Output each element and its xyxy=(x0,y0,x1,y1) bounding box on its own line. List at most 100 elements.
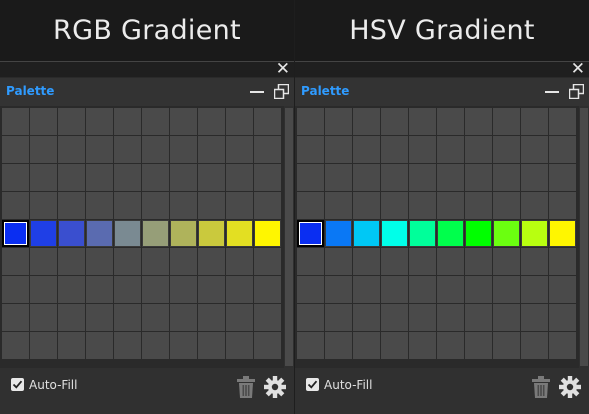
empty-palette-cell[interactable] xyxy=(493,248,520,275)
empty-palette-cell[interactable] xyxy=(381,332,408,359)
empty-palette-cell[interactable] xyxy=(86,108,113,135)
empty-palette-cell[interactable] xyxy=(226,276,253,303)
color-swatch[interactable] xyxy=(30,220,57,247)
empty-palette-cell[interactable] xyxy=(226,192,253,219)
empty-palette-cell[interactable] xyxy=(549,164,576,191)
empty-palette-cell[interactable] xyxy=(142,192,169,219)
empty-palette-cell[interactable] xyxy=(2,332,29,359)
empty-palette-cell[interactable] xyxy=(58,276,85,303)
empty-palette-cell[interactable] xyxy=(142,136,169,163)
empty-palette-cell[interactable] xyxy=(226,332,253,359)
empty-palette-cell[interactable] xyxy=(30,164,57,191)
empty-palette-cell[interactable] xyxy=(114,164,141,191)
restore-icon[interactable] xyxy=(569,84,584,99)
empty-palette-cell[interactable] xyxy=(493,164,520,191)
empty-palette-cell[interactable] xyxy=(325,108,352,135)
empty-palette-cell[interactable] xyxy=(198,192,225,219)
close-icon[interactable]: ✕ xyxy=(276,59,290,79)
empty-palette-cell[interactable] xyxy=(381,108,408,135)
empty-palette-cell[interactable] xyxy=(409,304,436,331)
empty-palette-cell[interactable] xyxy=(297,108,324,135)
empty-palette-cell[interactable] xyxy=(114,276,141,303)
color-swatch[interactable] xyxy=(2,220,29,247)
empty-palette-cell[interactable] xyxy=(437,304,464,331)
gear-icon[interactable] xyxy=(264,376,286,398)
color-swatch[interactable] xyxy=(549,220,576,247)
empty-palette-cell[interactable] xyxy=(30,332,57,359)
empty-palette-cell[interactable] xyxy=(254,276,281,303)
empty-palette-cell[interactable] xyxy=(86,304,113,331)
empty-palette-cell[interactable] xyxy=(142,108,169,135)
empty-palette-cell[interactable] xyxy=(353,304,380,331)
empty-palette-cell[interactable] xyxy=(198,332,225,359)
empty-palette-cell[interactable] xyxy=(2,304,29,331)
empty-palette-cell[interactable] xyxy=(381,192,408,219)
empty-palette-cell[interactable] xyxy=(170,276,197,303)
empty-palette-cell[interactable] xyxy=(254,192,281,219)
empty-palette-cell[interactable] xyxy=(297,304,324,331)
restore-icon[interactable] xyxy=(274,84,289,99)
empty-palette-cell[interactable] xyxy=(86,276,113,303)
empty-palette-cell[interactable] xyxy=(58,108,85,135)
empty-palette-cell[interactable] xyxy=(58,332,85,359)
empty-palette-cell[interactable] xyxy=(198,304,225,331)
color-swatch[interactable] xyxy=(226,220,253,247)
empty-palette-cell[interactable] xyxy=(254,136,281,163)
empty-palette-cell[interactable] xyxy=(297,164,324,191)
autofill-checkbox[interactable] xyxy=(306,378,319,391)
empty-palette-cell[interactable] xyxy=(30,276,57,303)
empty-palette-cell[interactable] xyxy=(409,136,436,163)
empty-palette-cell[interactable] xyxy=(58,164,85,191)
color-swatch[interactable] xyxy=(493,220,520,247)
color-swatch[interactable] xyxy=(170,220,197,247)
empty-palette-cell[interactable] xyxy=(409,108,436,135)
color-swatch[interactable] xyxy=(381,220,408,247)
empty-palette-cell[interactable] xyxy=(409,276,436,303)
empty-palette-cell[interactable] xyxy=(521,108,548,135)
empty-palette-cell[interactable] xyxy=(381,248,408,275)
empty-palette-cell[interactable] xyxy=(549,332,576,359)
empty-palette-cell[interactable] xyxy=(353,332,380,359)
empty-palette-cell[interactable] xyxy=(521,192,548,219)
empty-palette-cell[interactable] xyxy=(170,136,197,163)
empty-palette-cell[interactable] xyxy=(521,136,548,163)
empty-palette-cell[interactable] xyxy=(465,332,492,359)
empty-palette-cell[interactable] xyxy=(381,164,408,191)
empty-palette-cell[interactable] xyxy=(2,276,29,303)
color-swatch[interactable] xyxy=(409,220,436,247)
empty-palette-cell[interactable] xyxy=(198,108,225,135)
empty-palette-cell[interactable] xyxy=(493,304,520,331)
scrollbar[interactable] xyxy=(284,106,294,368)
empty-palette-cell[interactable] xyxy=(30,108,57,135)
color-swatch[interactable] xyxy=(521,220,548,247)
empty-palette-cell[interactable] xyxy=(2,164,29,191)
empty-palette-cell[interactable] xyxy=(226,136,253,163)
empty-palette-cell[interactable] xyxy=(2,108,29,135)
empty-palette-cell[interactable] xyxy=(465,192,492,219)
empty-palette-cell[interactable] xyxy=(409,192,436,219)
empty-palette-cell[interactable] xyxy=(114,332,141,359)
empty-palette-cell[interactable] xyxy=(254,164,281,191)
empty-palette-cell[interactable] xyxy=(226,164,253,191)
scrollbar-thumb[interactable] xyxy=(285,108,293,366)
empty-palette-cell[interactable] xyxy=(170,164,197,191)
empty-palette-cell[interactable] xyxy=(465,248,492,275)
empty-palette-cell[interactable] xyxy=(465,276,492,303)
color-swatch[interactable] xyxy=(142,220,169,247)
trash-icon[interactable] xyxy=(531,376,551,398)
empty-palette-cell[interactable] xyxy=(465,108,492,135)
empty-palette-cell[interactable] xyxy=(325,304,352,331)
empty-palette-cell[interactable] xyxy=(325,192,352,219)
color-swatch[interactable] xyxy=(465,220,492,247)
empty-palette-cell[interactable] xyxy=(30,248,57,275)
empty-palette-cell[interactable] xyxy=(142,332,169,359)
empty-palette-cell[interactable] xyxy=(549,304,576,331)
empty-palette-cell[interactable] xyxy=(86,248,113,275)
empty-palette-cell[interactable] xyxy=(198,164,225,191)
empty-palette-cell[interactable] xyxy=(170,108,197,135)
color-swatch[interactable] xyxy=(86,220,113,247)
empty-palette-cell[interactable] xyxy=(549,192,576,219)
empty-palette-cell[interactable] xyxy=(58,248,85,275)
color-swatch[interactable] xyxy=(254,220,281,247)
empty-palette-cell[interactable] xyxy=(226,248,253,275)
